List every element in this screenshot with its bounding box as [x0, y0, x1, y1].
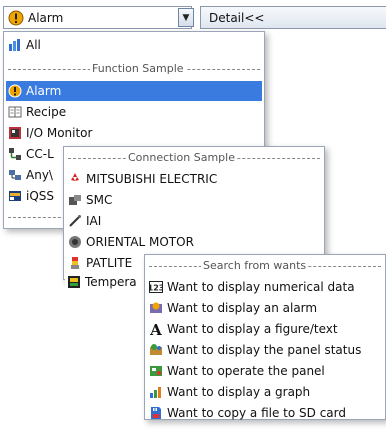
list-item-display-panel-status[interactable]: Want to display the panel status — [147, 340, 383, 360]
list-item-operate-panel[interactable]: Want to operate the panel — [147, 361, 383, 381]
svg-text:123: 123 — [149, 284, 163, 293]
cc-link-icon — [9, 148, 21, 160]
chevron-down-icon[interactable]: ▼ — [178, 8, 194, 27]
list-item-temperature[interactable]: Tempera — [65, 272, 149, 292]
detail-button-label: Detail<< — [209, 11, 265, 25]
smc-icon — [69, 195, 81, 205]
numerical-icon: 123 — [149, 281, 163, 293]
combo-value: Alarm — [28, 11, 64, 25]
all-icon — [9, 39, 20, 51]
panel-status-icon — [150, 344, 162, 355]
list-item-display-alarm[interactable]: Want to display an alarm — [147, 298, 383, 318]
list-item-iai[interactable]: IAI — [66, 211, 322, 231]
search-from-wants-panel: Search from wants 123 Want to display nu… — [144, 254, 386, 420]
separator-search-from-wants: Search from wants — [149, 259, 381, 273]
list-item-display-figure-text[interactable]: A Want to display a figure/text — [147, 319, 383, 339]
list-item-mitsubishi-electric[interactable]: MITSUBISHI ELECTRIC — [66, 169, 322, 189]
text-icon: A — [149, 322, 162, 336]
list-item-oriental-motor[interactable]: ORIENTAL MOTOR — [66, 232, 322, 252]
separator-connection-sample: Connection Sample — [68, 151, 320, 165]
separator-function-sample: Function Sample — [8, 62, 260, 76]
list-item-all[interactable]: All — [6, 35, 262, 55]
list-item-recipe[interactable]: Recipe — [6, 102, 262, 122]
list-item-copy-file-sd-card[interactable]: Want to copy a file to SD card — [147, 403, 383, 423]
alarm-want-icon — [150, 302, 162, 313]
list-item-smc[interactable]: SMC — [66, 190, 322, 210]
list-item-io-monitor[interactable]: I/O Monitor — [6, 123, 262, 143]
recipe-icon — [8, 106, 22, 118]
sd-card-icon — [151, 407, 161, 419]
iqss-icon — [9, 191, 21, 201]
io-monitor-icon — [9, 127, 21, 139]
list-item-display-numerical-data[interactable]: 123 Want to display numerical data — [147, 277, 383, 297]
patlite-icon — [71, 257, 79, 269]
operate-icon — [150, 366, 162, 376]
temperature-icon — [68, 276, 80, 288]
list-item-display-graph[interactable]: Want to display a graph — [147, 382, 383, 402]
mitsubishi-icon — [71, 173, 79, 181]
alarm-icon — [8, 10, 24, 26]
oriental-motor-icon — [69, 236, 81, 248]
detail-button[interactable]: Detail<< — [200, 6, 386, 29]
function-combo[interactable]: Alarm — [3, 6, 192, 29]
any-icon — [9, 170, 21, 180]
alarm-icon — [8, 84, 22, 98]
svg-text:A: A — [149, 322, 162, 336]
iai-icon — [69, 215, 81, 227]
graph-icon — [150, 387, 161, 398]
list-item-alarm[interactable]: Alarm — [6, 81, 262, 101]
